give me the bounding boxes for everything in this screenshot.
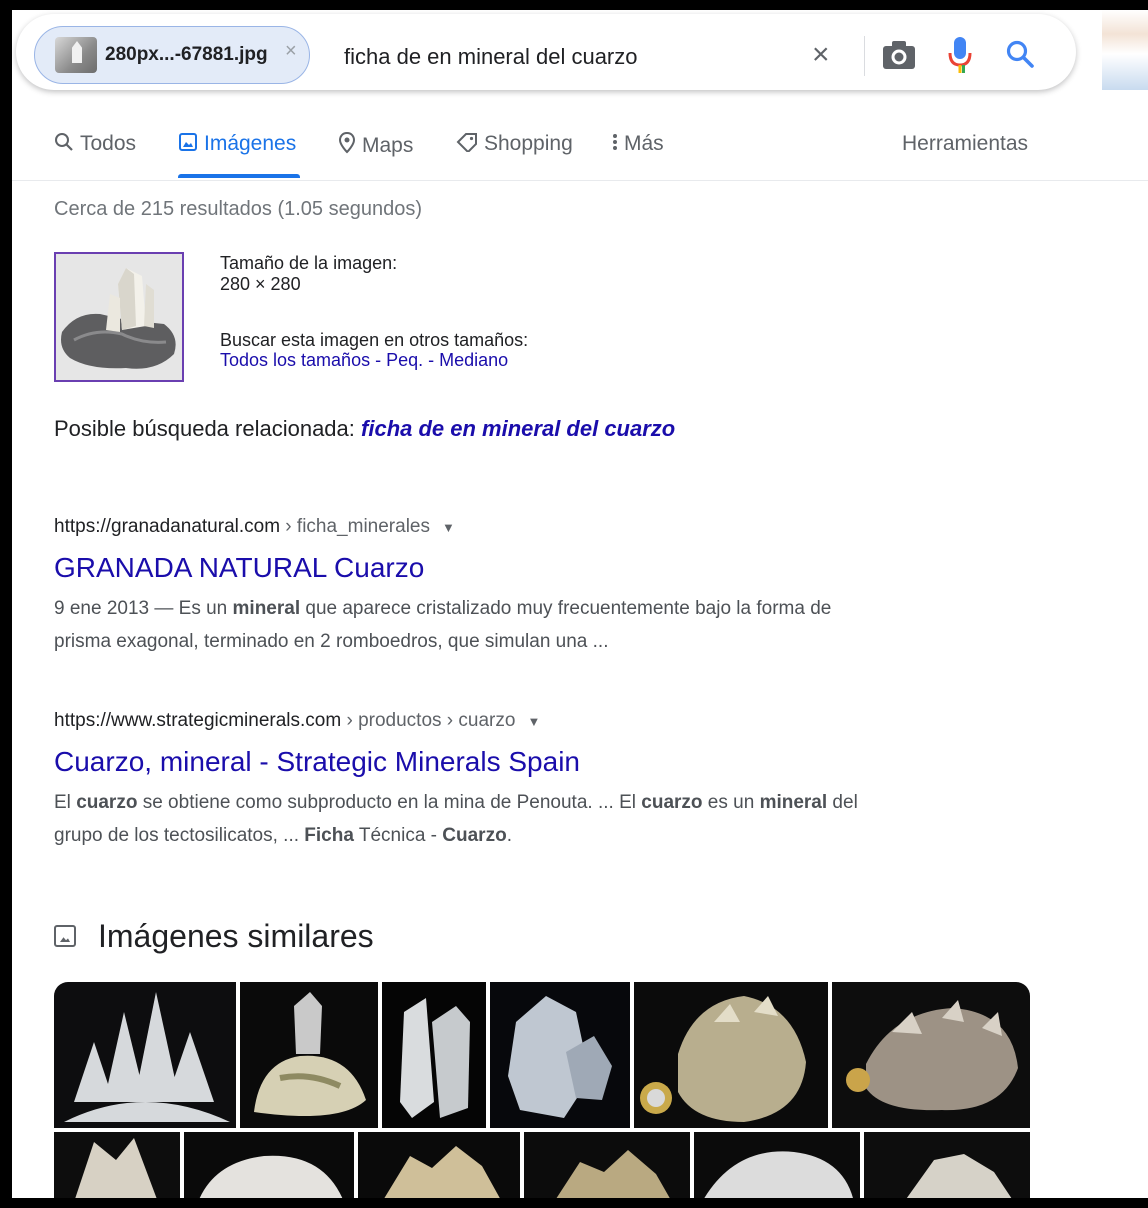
similar-image-12[interactable] — [864, 1132, 1030, 1198]
tab-label: Imágenes — [204, 132, 297, 155]
image-size-value: 280 × 280 — [220, 274, 301, 294]
clear-search-icon[interactable]: × — [812, 40, 830, 70]
result-2-title[interactable]: Cuarzo, mineral - Strategic Minerals Spa… — [54, 746, 580, 778]
tab-more[interactable]: Más — [612, 132, 664, 156]
caret-down-icon[interactable]: ▼ — [527, 714, 540, 729]
tab-images[interactable]: Imágenes — [178, 132, 296, 156]
search-image-chip[interactable]: 280px...-67881.jpg × — [34, 26, 310, 84]
all-sizes-link[interactable]: Todos los tamaños — [220, 350, 370, 370]
other-sizes-links: Todos los tamaños - Peq. - Mediano — [220, 350, 508, 371]
map-pin-icon — [338, 132, 356, 154]
tab-label: Más — [624, 132, 664, 155]
image-icon — [179, 133, 197, 151]
result-domain: https://www.strategicminerals.com — [54, 710, 342, 731]
active-tab-indicator — [178, 174, 300, 178]
edge-graphic — [1102, 10, 1148, 90]
size-separator: - — [370, 350, 387, 370]
similar-image-7[interactable] — [54, 1132, 180, 1198]
tools-button[interactable]: Herramientas — [902, 132, 1028, 156]
similar-images-grid — [54, 982, 1030, 1198]
more-vert-icon — [613, 134, 617, 150]
tab-label: Maps — [362, 134, 414, 157]
chip-thumbnail — [55, 37, 97, 73]
result-1-cite[interactable]: https://granadanatural.com › ficha_miner… — [54, 516, 455, 538]
image-icon — [54, 925, 76, 947]
snippet-text: es un — [702, 792, 760, 813]
similar-image-8[interactable] — [184, 1132, 354, 1198]
snippet-highlight: Ficha — [304, 825, 354, 846]
snippet-highlight: cuarzo — [76, 792, 138, 813]
snippet-highlight: mineral — [232, 598, 301, 619]
result-domain: https://granadanatural.com — [54, 516, 281, 537]
similar-image-11[interactable] — [694, 1132, 860, 1198]
search-icon[interactable] — [1004, 38, 1036, 70]
similar-image-4[interactable] — [490, 982, 630, 1128]
other-sizes-label: Buscar esta imagen en otros tamaños: — [220, 330, 529, 350]
snippet-highlight: Cuarzo — [442, 825, 507, 846]
result-path: › productos › cuarzo — [341, 710, 516, 731]
result-stats: Cerca de 215 resultados (1.05 segundos) — [54, 198, 423, 220]
related-search-link[interactable]: ficha de en mineral del cuarzo — [361, 416, 675, 441]
similar-image-10[interactable] — [524, 1132, 690, 1198]
image-size-label: Tamaño de la imagen: — [220, 253, 398, 273]
tab-all[interactable]: Todos — [54, 132, 136, 156]
similar-image-5[interactable] — [634, 982, 828, 1128]
search-divider — [864, 36, 865, 76]
result-2-cite[interactable]: https://www.strategicminerals.com › prod… — [54, 710, 540, 732]
tag-icon — [456, 133, 477, 152]
caret-down-icon[interactable]: ▼ — [442, 520, 455, 535]
snippet-text: 9 ene 2013 — Es un — [54, 598, 233, 619]
result-1-title[interactable]: GRANADA NATURAL Cuarzo — [54, 552, 424, 584]
snippet-highlight: cuarzo — [641, 792, 703, 813]
related-search-label: Posible búsqueda relacionada: — [54, 416, 362, 441]
results-page: 280px...-67881.jpg × ficha de en mineral… — [12, 10, 1148, 1198]
tab-label: Shopping — [484, 132, 573, 155]
search-icon — [55, 133, 73, 151]
medium-size-link[interactable]: Mediano — [439, 350, 508, 370]
snippet-highlight: mineral — [759, 792, 828, 813]
chip-filename: 280px...-67881.jpg — [105, 44, 268, 65]
snippet-text: que aparece cristalizado muy frecuenteme… — [300, 598, 832, 619]
tab-label: Todos — [80, 132, 137, 155]
similar-images-heading: Imágenes similares — [54, 918, 374, 955]
snippet-text: del — [827, 792, 858, 813]
search-box[interactable]: 280px...-67881.jpg × ficha de en mineral… — [16, 14, 1076, 90]
snippet-text: El — [54, 792, 77, 813]
chip-remove-icon[interactable]: × — [285, 40, 297, 63]
similar-image-2[interactable] — [240, 982, 378, 1128]
similar-image-6[interactable] — [832, 982, 1030, 1128]
similar-image-3[interactable] — [382, 982, 486, 1128]
microphone-icon[interactable] — [946, 36, 974, 74]
similar-image-1[interactable] — [54, 982, 236, 1128]
small-size-link[interactable]: Peq. — [386, 350, 423, 370]
similar-images-title: Imágenes similares — [98, 918, 374, 954]
snippet-text: grupo de los tectosilicatos, ... — [54, 825, 305, 846]
result-2-snippet: El cuarzo se obtiene como subproducto en… — [54, 786, 954, 852]
snippet-text: prisma exagonal, terminado en 2 romboedr… — [54, 631, 609, 652]
result-path: › ficha_minerales — [280, 516, 430, 537]
related-search: Posible búsqueda relacionada: ficha de e… — [54, 416, 675, 442]
search-input[interactable]: ficha de en mineral del cuarzo — [344, 44, 638, 70]
query-image-thumbnail[interactable] — [54, 252, 184, 382]
snippet-text: Técnica - — [353, 825, 443, 846]
tab-maps[interactable]: Maps — [338, 132, 413, 158]
snippet-text: . — [506, 825, 512, 846]
size-separator: - — [423, 350, 440, 370]
camera-icon[interactable] — [882, 40, 916, 70]
similar-image-9[interactable] — [358, 1132, 520, 1198]
tab-shopping[interactable]: Shopping — [456, 132, 573, 156]
snippet-text: se obtiene como subproducto en la mina d… — [137, 792, 642, 813]
search-tabs: Todos Imágenes Maps Shopping Más Herrami… — [12, 110, 1148, 181]
result-1-snippet: 9 ene 2013 — Es un mineral que aparece c… — [54, 592, 954, 658]
